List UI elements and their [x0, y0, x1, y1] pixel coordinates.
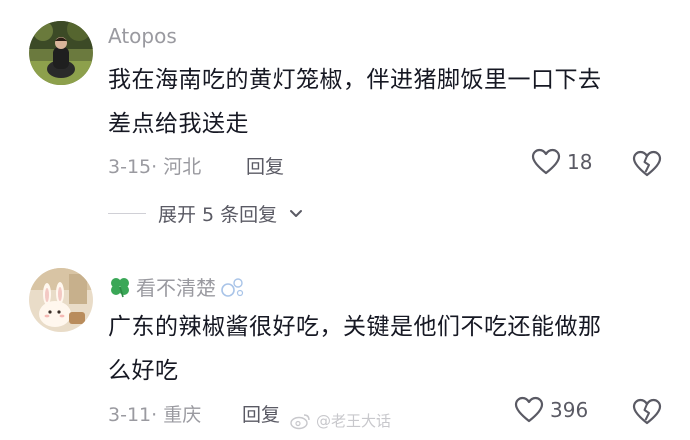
like-button[interactable]: 396: [514, 396, 588, 424]
heart-icon: [531, 148, 561, 175]
avatar[interactable]: [29, 268, 93, 332]
avatar-bunny-icon: [29, 268, 93, 332]
broken-heart-icon: [632, 150, 662, 177]
bubbles-icon: [221, 277, 244, 297]
comment-text: 广东的辣椒酱很好吃，关键是他们不吃还能做那 么好吃: [108, 314, 602, 384]
username[interactable]: Atopos: [108, 24, 177, 48]
comment-text: 我在海南吃的黄灯笼椒，伴进猪脚饭里一口下去 差点给我送走: [108, 67, 602, 137]
like-button[interactable]: 18: [531, 148, 592, 176]
username[interactable]: 看不清楚: [108, 272, 246, 301]
divider: [108, 213, 146, 214]
comment-meta: 3-11· 重庆: [108, 404, 202, 426]
like-count: 396: [550, 398, 589, 422]
dislike-button[interactable]: [632, 150, 662, 182]
expand-replies-button[interactable]: 展开 5 条回复: [108, 200, 303, 227]
watermark: @老王大话: [290, 410, 391, 431]
comment-meta: 3-15· 河北: [108, 156, 202, 178]
avatar-photo-icon: [29, 21, 93, 85]
reply-button[interactable]: 回复: [242, 400, 280, 427]
four-leaf-clover-icon: [111, 277, 129, 297]
avatar[interactable]: [29, 21, 93, 85]
heart-icon: [514, 396, 544, 423]
like-count: 18: [567, 150, 593, 174]
chevron-down-icon: [290, 209, 303, 217]
dislike-button[interactable]: [632, 398, 662, 430]
reply-button[interactable]: 回复: [246, 152, 284, 179]
weibo-icon: [290, 413, 310, 429]
broken-heart-icon: [632, 398, 662, 425]
